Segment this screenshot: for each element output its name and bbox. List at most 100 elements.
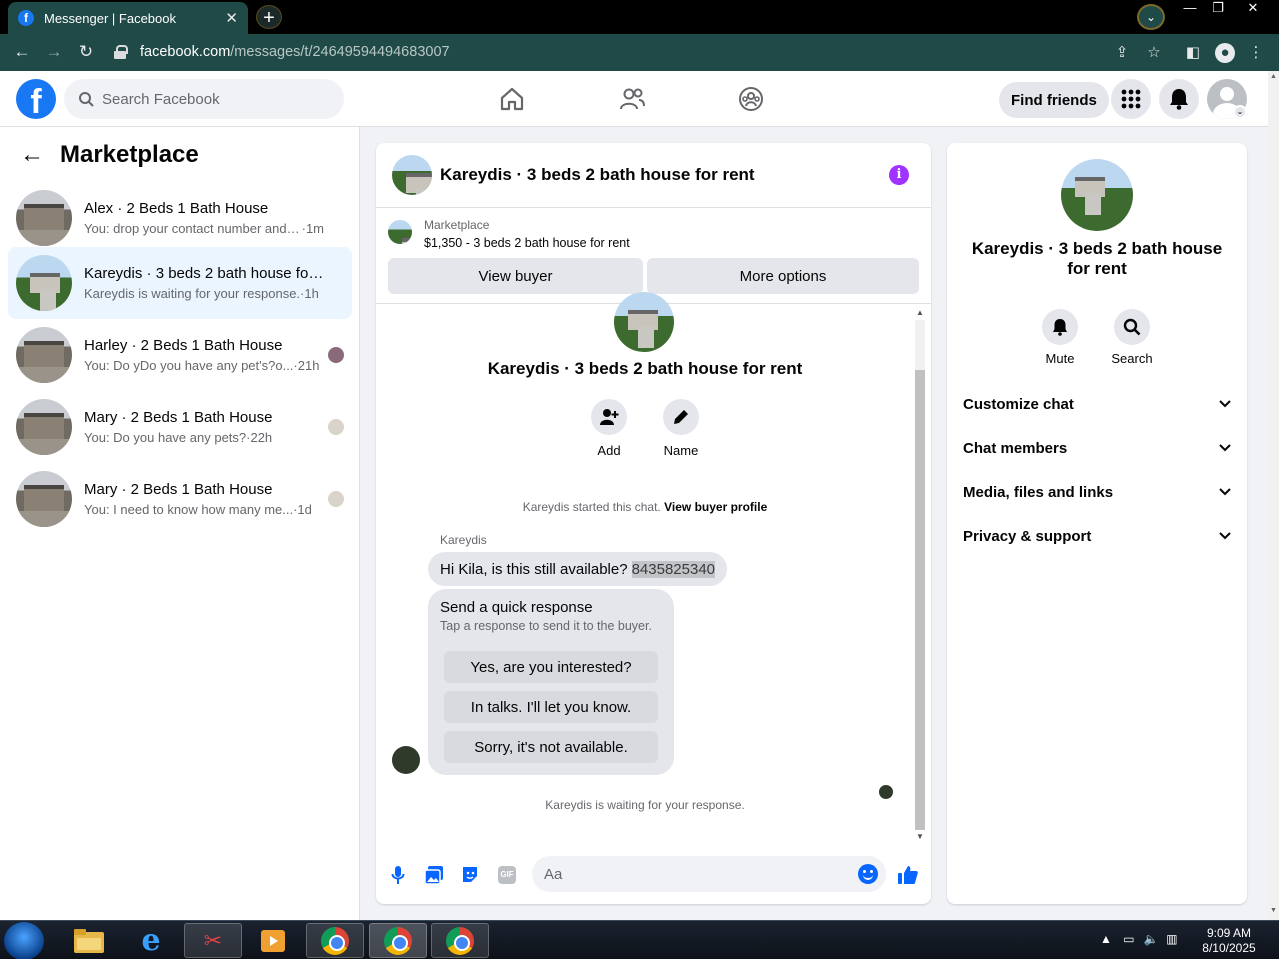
conversation-item-active[interactable]: Kareydis · 3 beds 2 bath house for ... K… (8, 247, 352, 319)
conversation-name: Mary · 2 Beds 1 Bath House (84, 409, 273, 426)
reload-button[interactable]: ↻ (74, 41, 98, 65)
browser-tab[interactable]: f Messenger | Facebook ✕ (8, 2, 248, 34)
quick-reply-button[interactable]: Yes, are you interested? (444, 651, 658, 683)
thread-title: Kareydis · 3 beds 2 bath house for rent (487, 359, 803, 378)
more-options-button[interactable]: More options (647, 258, 919, 294)
file-explorer-icon[interactable] (60, 923, 118, 958)
listing-price[interactable]: $1,350 - 3 beds 2 bath house for rent (424, 236, 630, 250)
section-label: Privacy & support (963, 527, 1092, 545)
clock[interactable]: 9:09 AM 8/10/2025 (1190, 926, 1268, 956)
mute-action[interactable]: Mute (1030, 309, 1090, 366)
thread-scrollbar[interactable]: ▲ ▼ (914, 308, 926, 842)
search-action[interactable]: Search (1102, 309, 1162, 366)
search-box[interactable] (64, 79, 344, 119)
menu-grid-icon[interactable] (1111, 79, 1151, 119)
account-chevron-icon[interactable]: ⌄ (1233, 105, 1247, 119)
chrome-window-3-icon[interactable] (431, 923, 489, 958)
sidebar-header: ← Marketplace (20, 141, 199, 169)
conversation-item[interactable]: Alex · 2 Beds 1 Bath House You: drop you… (8, 182, 352, 254)
show-hidden-icons-icon[interactable]: ▲ (1100, 932, 1112, 946)
page-scrollbar[interactable]: ▲ ▼ (1268, 71, 1279, 921)
facebook-logo-icon[interactable]: f (16, 79, 56, 119)
scroll-up-icon[interactable]: ▲ (914, 308, 926, 318)
message-phone-number[interactable]: 8435825340 (631, 560, 716, 578)
scroll-down-icon[interactable]: ▼ (914, 832, 926, 842)
snipping-tool-icon[interactable]: ✂ (184, 923, 242, 958)
back-button[interactable]: ← (10, 41, 34, 65)
search-input[interactable] (102, 90, 322, 108)
back-arrow-icon[interactable]: ← (20, 141, 44, 169)
internet-explorer-icon[interactable]: e (122, 923, 180, 958)
action-center-icon[interactable]: ▭ (1123, 932, 1134, 946)
sticker-icon[interactable] (459, 864, 481, 886)
new-tab-button[interactable]: + (256, 5, 282, 29)
url-field[interactable]: facebook.com/messages/t/2464959449468300… (108, 37, 1108, 67)
side-panel-icon[interactable]: ◧ (1183, 43, 1203, 63)
bookmark-star-icon[interactable]: ☆ (1144, 43, 1164, 63)
view-buyer-button[interactable]: View buyer (388, 258, 643, 294)
info-avatar[interactable] (1061, 159, 1133, 231)
share-icon[interactable]: ⇪ (1112, 43, 1132, 63)
listing-thumbnail (16, 190, 72, 246)
conversation-item[interactable]: Mary · 2 Beds 1 Bath House You: Do you h… (8, 391, 352, 463)
tab-search-dropdown-icon[interactable]: ⌄ (1137, 4, 1165, 30)
friends-icon[interactable] (612, 81, 652, 117)
conversation-item[interactable]: Mary · 2 Beds 1 Bath House You: I need t… (8, 463, 352, 535)
home-icon[interactable] (492, 81, 532, 117)
emoji-icon[interactable] (858, 864, 878, 884)
view-buyer-profile-link[interactable]: View buyer profile (664, 500, 767, 514)
message-input-box[interactable] (532, 856, 886, 892)
chrome-window-2-icon[interactable] (369, 923, 427, 958)
scroll-thumb[interactable] (915, 370, 925, 830)
privacy-support-row[interactable]: Privacy & support (955, 514, 1239, 558)
forward-button[interactable]: → (42, 41, 66, 65)
gif-icon[interactable]: GIF (498, 866, 516, 884)
restore-button[interactable]: ❐ (1203, 0, 1233, 18)
find-friends-button[interactable]: Find friends (999, 82, 1109, 118)
bell-icon (1053, 319, 1067, 336)
lock-icon[interactable] (114, 45, 128, 59)
close-window-button[interactable]: ✕ (1238, 0, 1268, 18)
groups-icon[interactable] (731, 81, 771, 117)
chevron-down-icon (1219, 488, 1231, 496)
marketplace-sidebar: ← Marketplace Alex · 2 Beds 1 Bath House… (0, 127, 360, 920)
microphone-icon[interactable] (387, 864, 409, 886)
chat-members-row[interactable]: Chat members (955, 426, 1239, 470)
page-scroll-up-icon[interactable]: ▲ (1268, 73, 1279, 80)
media-files-links-row[interactable]: Media, files and links (955, 470, 1239, 514)
add-people-action[interactable]: Add (579, 399, 639, 458)
page-scroll-down-icon[interactable]: ▼ (1268, 907, 1279, 914)
quick-reply-button[interactable]: In talks. I'll let you know. (444, 691, 658, 723)
facebook-header: f Find friends ⌄ (0, 71, 1268, 127)
notifications-bell-icon[interactable] (1159, 79, 1199, 119)
profile-icon[interactable]: ● (1215, 43, 1235, 63)
info-icon[interactable]: i (889, 165, 909, 185)
like-thumbs-up-icon[interactable] (897, 864, 919, 886)
browser-menu-icon[interactable]: ⋮ (1246, 43, 1266, 63)
sender-avatar[interactable] (392, 746, 420, 774)
chat-header: Kareydis · 3 beds 2 bath house for rent (376, 143, 931, 208)
chevron-down-icon (1219, 532, 1231, 540)
close-tab-icon[interactable]: ✕ (225, 9, 238, 27)
conversation-name: Harley · 2 Beds 1 Bath House (84, 337, 283, 354)
customize-chat-row[interactable]: Customize chat (955, 382, 1239, 426)
clock-time: 9:09 AM (1206, 926, 1252, 940)
clock-date: 8/10/2025 (1202, 941, 1256, 955)
network-icon[interactable]: ▥ (1166, 932, 1177, 946)
incoming-message[interactable]: Hi Kila, is this still available? 843582… (428, 552, 728, 586)
message-input[interactable] (544, 865, 844, 883)
photo-icon[interactable] (423, 864, 445, 886)
chat-avatar[interactable] (392, 155, 432, 195)
start-button[interactable] (4, 922, 44, 959)
conversation-snippet: You: drop your contact number and n... (84, 221, 302, 236)
mute-label: Mute (1045, 351, 1075, 366)
volume-icon[interactable]: 🔈 (1144, 932, 1159, 946)
quick-reply-button[interactable]: Sorry, it's not available. (444, 731, 658, 763)
conversation-item[interactable]: Harley · 2 Beds 1 Bath House You: Do yDo… (8, 319, 352, 391)
listing-avatar[interactable] (388, 220, 412, 244)
chat-title[interactable]: Kareydis · 3 beds 2 bath house for rent (440, 165, 755, 185)
media-player-icon[interactable] (244, 923, 302, 958)
minimize-button[interactable]: — (1175, 0, 1205, 18)
chrome-window-1-icon[interactable] (306, 923, 364, 958)
name-action[interactable]: Name (651, 399, 711, 458)
